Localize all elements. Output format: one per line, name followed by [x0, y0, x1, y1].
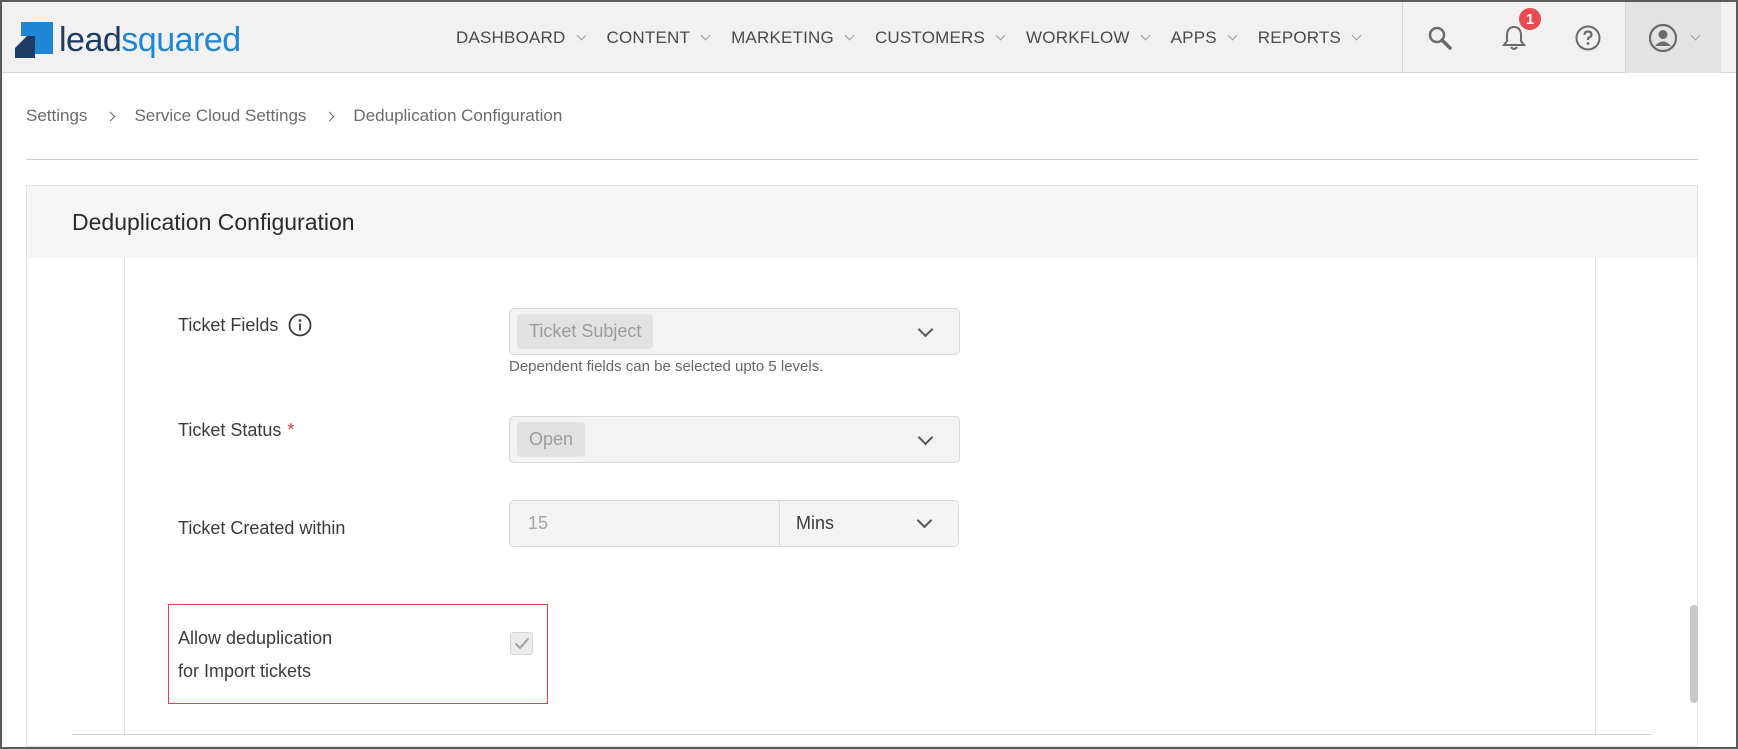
nav-item-label: CONTENT — [606, 27, 691, 47]
panel-title: Deduplication Configuration — [27, 186, 1697, 258]
notifications-button[interactable]: 1 — [1477, 2, 1551, 73]
notification-badge: 1 — [1517, 6, 1543, 32]
ticket-status-label: Ticket Status * — [178, 420, 294, 441]
profile-menu-button[interactable] — [1625, 2, 1721, 73]
help-button[interactable] — [1551, 2, 1625, 73]
search-icon — [1428, 26, 1452, 50]
nav-item-label: CUSTOMERS — [874, 27, 986, 47]
chevron-down-icon — [576, 30, 586, 41]
nav-item-marketing[interactable]: MARKETING — [731, 27, 855, 48]
ticket-fields-select[interactable]: Ticket Subject — [509, 308, 960, 355]
ticket-created-unit-select[interactable]: Mins — [780, 501, 958, 546]
ticket-created-label-text: Ticket Created within — [178, 518, 346, 538]
nav-item-content[interactable]: CONTENT — [606, 27, 711, 48]
nav-item-workflow[interactable]: WORKFLOW — [1026, 27, 1151, 48]
user-icon — [1648, 23, 1678, 52]
breadcrumb: Settings Service Cloud Settings Deduplic… — [26, 106, 562, 126]
help-icon — [1575, 25, 1601, 50]
ticket-fields-label-text: Ticket Fields — [178, 314, 279, 335]
nav-item-label: DASHBOARD — [456, 27, 566, 47]
top-navigation-bar: leadsquared DASHBOARD CONTENT MARKETING … — [2, 2, 1736, 73]
ticket-status-label-text: Ticket Status — [178, 420, 282, 440]
chevron-down-icon — [995, 30, 1006, 41]
chevron-down-icon — [700, 30, 711, 41]
breadcrumb-service-cloud-settings[interactable]: Service Cloud Settings — [134, 106, 306, 126]
info-icon[interactable] — [288, 313, 312, 337]
divider — [26, 159, 1698, 160]
nav-item-label: APPS — [1170, 27, 1217, 47]
required-mark: * — [287, 420, 295, 440]
ticket-status-select[interactable]: Open — [509, 416, 960, 463]
unit-label: Mins — [796, 513, 835, 533]
chevron-down-icon — [1351, 30, 1362, 41]
leadsquared-logo[interactable]: leadsquared — [15, 20, 241, 60]
ticket-fields-chip: Ticket Subject — [517, 314, 654, 349]
chevron-down-icon — [1140, 30, 1151, 41]
nav-item-customers[interactable]: CUSTOMERS — [874, 27, 1006, 48]
chevron-down-icon — [917, 429, 934, 446]
ticket-created-value-input[interactable]: 15 — [510, 501, 780, 546]
ticket-created-input-group: 15 Mins — [509, 500, 959, 547]
nav-item-label: WORKFLOW — [1026, 27, 1130, 47]
allow-dedup-label: Allow deduplication for Import tickets — [178, 622, 332, 688]
nav-item-reports[interactable]: REPORTS — [1257, 27, 1362, 48]
checkmark-icon — [514, 637, 529, 649]
nav-item-apps[interactable]: APPS — [1170, 27, 1238, 48]
allow-dedup-label-line1: Allow deduplication — [178, 628, 333, 648]
ticket-status-chip: Open — [517, 422, 586, 457]
main-nav: DASHBOARD CONTENT MARKETING CUSTOMERS WO… — [456, 2, 1382, 73]
nav-item-label: REPORTS — [1257, 27, 1342, 47]
chevron-down-icon — [916, 512, 933, 529]
ticket-created-label: Ticket Created within — [178, 518, 345, 539]
divider — [72, 734, 1652, 735]
allow-dedup-checkbox[interactable] — [510, 632, 533, 655]
scrollbar[interactable] — [1690, 605, 1698, 703]
chevron-right-icon — [324, 111, 335, 121]
logo-wordmark: leadsquared — [59, 21, 241, 59]
logo-mark-icon — [15, 22, 53, 58]
allow-dedup-label-line2: for Import tickets — [178, 661, 312, 681]
search-button[interactable] — [1403, 2, 1477, 73]
app-window: leadsquared DASHBOARD CONTENT MARKETING … — [0, 0, 1738, 749]
ticket-fields-label: Ticket Fields — [178, 313, 312, 337]
breadcrumb-settings[interactable]: Settings — [26, 106, 87, 126]
breadcrumb-current: Deduplication Configuration — [353, 106, 563, 125]
ticket-fields-helper: Dependent fields can be selected upto 5 … — [509, 358, 824, 375]
chevron-down-icon — [917, 321, 934, 338]
chevron-down-icon — [1227, 30, 1238, 41]
chevron-right-icon — [105, 111, 116, 121]
chevron-down-icon — [1690, 30, 1701, 41]
chevron-down-icon — [844, 30, 855, 41]
nav-item-label: MARKETING — [731, 27, 834, 47]
nav-item-dashboard[interactable]: DASHBOARD — [456, 27, 586, 48]
header-actions: 1 — [1402, 2, 1721, 73]
